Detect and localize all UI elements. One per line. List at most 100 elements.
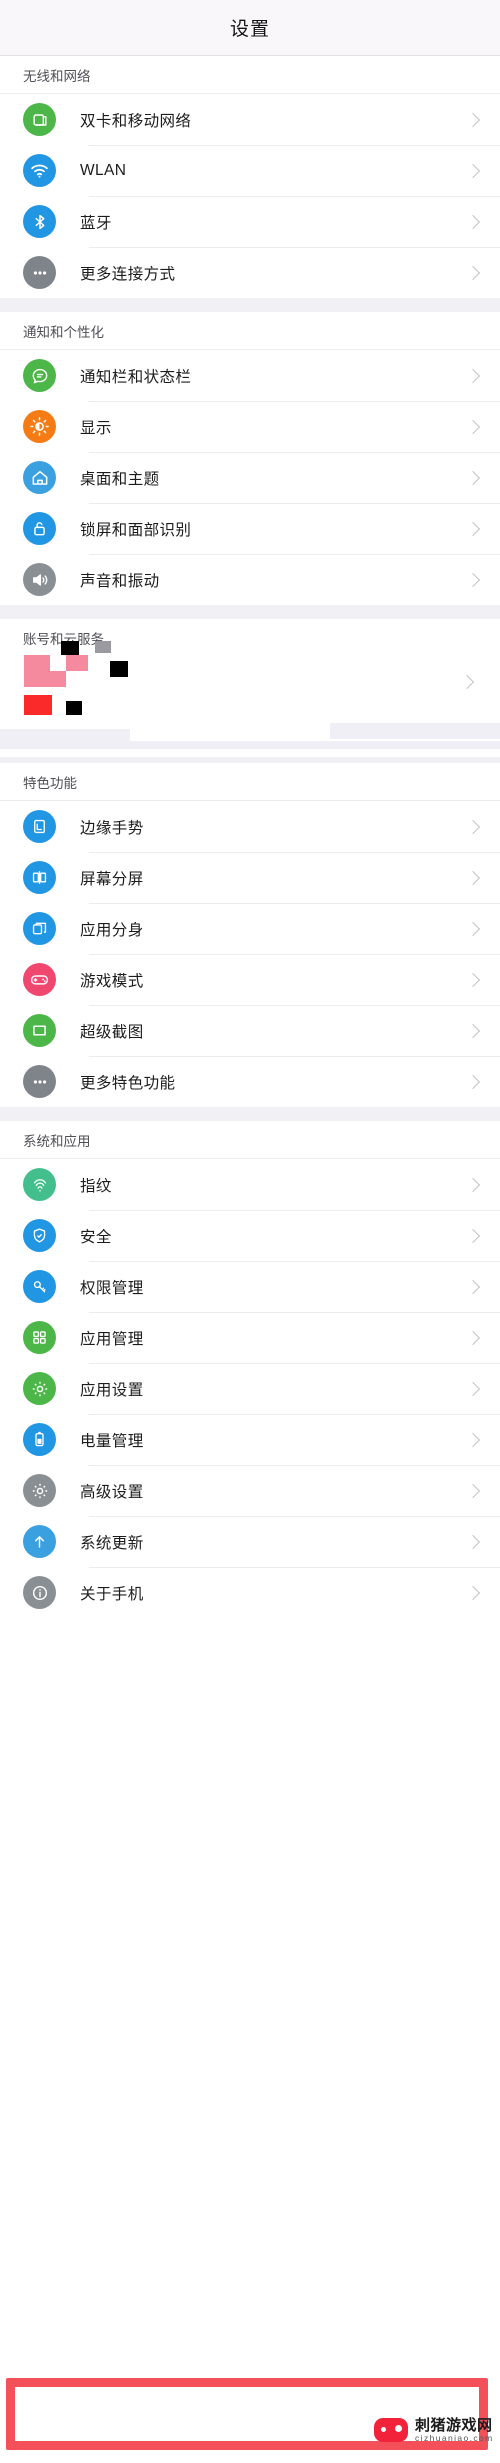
settings-row[interactable]: 边缘手势 [0,801,500,852]
settings-row-label: 电量管理 [80,1432,144,1450]
wifi-icon [23,154,56,187]
section-divider [0,605,500,619]
settings-row[interactable]: 显示 [0,401,500,452]
chevron-right-icon [465,1279,481,1294]
glitch-artifact [0,741,500,749]
chevron-right-icon [465,1023,481,1038]
settings-row-label: 高级设置 [80,1483,144,1501]
censored-block [66,655,88,671]
settings-row[interactable]: 权限管理 [0,1261,500,1312]
settings-row[interactable]: 更多连接方式 [0,247,500,298]
glitch-artifact [330,723,500,739]
section-body: 双卡和移动网络 WLAN 蓝牙更多连接方式 [0,94,500,298]
settings-section-notification: 通知和个性化通知栏和状态栏显示 桌面和主题锁屏和面部识别 声音和振动 [0,298,500,605]
settings-row-label: 应用管理 [80,1330,144,1348]
settings-row[interactable]: 安全 [0,1210,500,1261]
key-icon [23,1270,56,1303]
battery-icon [23,1423,56,1456]
settings-row[interactable]: 声音和振动 [0,554,500,605]
gear-icon [23,1372,56,1405]
section-header-notification: 通知和个性化 [0,312,500,350]
settings-row[interactable]: 蓝牙 [0,196,500,247]
chevron-right-icon [465,368,481,383]
chat-bubble-icon [23,359,56,392]
settings-row[interactable]: 电量管理 [0,1414,500,1465]
settings-row-label: 通知栏和状态栏 [80,368,192,386]
censored-block [66,701,82,715]
chevron-right-icon [465,972,481,987]
screenshot-icon [23,1014,56,1047]
settings-section-account: 账号和云服务 [0,619,500,757]
settings-row-label: 双卡和移动网络 [80,112,192,130]
settings-row[interactable]: 通知栏和状态栏 [0,350,500,401]
settings-row-label: 蓝牙 [80,214,112,232]
settings-section-wireless: 无线和网络双卡和移动网络 WLAN 蓝牙更多连接方式 [0,56,500,298]
settings-row[interactable]: 指纹 [0,1159,500,1210]
settings-row[interactable]: 游戏模式 [0,954,500,1005]
settings-row-label: 系统更新 [80,1534,144,1552]
settings-row-label: 应用设置 [80,1381,144,1399]
settings-row[interactable]: 高级设置 [0,1465,500,1516]
glitch-artifact [0,729,130,741]
home-icon [23,461,56,494]
more-dots-icon [23,256,56,289]
settings-row[interactable]: 应用管理 [0,1312,500,1363]
section-title: 系统和应用 [23,1133,91,1149]
censored-block [61,641,79,655]
censored-block [50,655,66,671]
section-header-system: 系统和应用 [0,1121,500,1159]
gear-icon [23,1474,56,1507]
section-body: 通知栏和状态栏显示 桌面和主题锁屏和面部识别 声音和振动 [0,350,500,605]
split-screen-icon [23,861,56,894]
update-arrow-icon [23,1525,56,1558]
settings-row-label: 安全 [80,1228,112,1246]
settings-row[interactable]: 双卡和移动网络 [0,94,500,145]
gamepad-icon [374,2418,408,2443]
chevron-right-icon [465,521,481,536]
settings-row[interactable]: 应用分身 [0,903,500,954]
settings-row[interactable]: 系统更新 [0,1516,500,1567]
settings-row-label: 权限管理 [80,1279,144,1297]
section-header-features: 特色功能 [0,763,500,801]
chevron-right-icon [465,572,481,587]
settings-row-label: 游戏模式 [80,972,144,990]
settings-row[interactable]: 关于手机 [0,1567,500,1618]
settings-row[interactable]: 屏幕分屏 [0,852,500,903]
chevron-right-icon [465,419,481,434]
chevron-right-icon [465,265,481,280]
lock-icon [23,512,56,545]
chevron-right-icon [465,214,481,229]
settings-row-label: 声音和振动 [80,572,160,590]
settings-row-label: 更多连接方式 [80,265,176,283]
settings-row-label: 超级截图 [80,1023,144,1041]
chevron-right-icon [465,163,481,178]
fingerprint-icon [23,1168,56,1201]
censored-block [110,661,128,677]
settings-row-label: 指纹 [80,1177,112,1195]
section-title: 特色功能 [23,775,77,791]
settings-row[interactable]: 桌面和主题 [0,452,500,503]
chevron-right-icon [465,112,481,127]
settings-screen: 设置 无线和网络 双卡和移动网络 WLAN 蓝牙 更多连接方式 通知和个性化 通知栏和状态栏… [0,0,500,2463]
settings-row[interactable]: 锁屏和面部识别 [0,503,500,554]
watermark-url: cizhuaniao.com [415,2432,494,2443]
settings-row-label: 应用分身 [80,921,144,939]
settings-row[interactable]: 超级截图 [0,1005,500,1056]
app-clone-icon [23,912,56,945]
chevron-right-icon [465,1483,481,1498]
page-title: 设置 [229,19,270,40]
chevron-right-icon [465,1381,481,1396]
section-title: 无线和网络 [23,68,91,84]
chevron-right-icon [465,1330,481,1345]
chevron-right-icon [465,1585,481,1600]
settings-row[interactable]: WLAN [0,145,500,196]
chevron-right-icon [465,921,481,936]
more-dots-icon [23,1065,56,1098]
edge-gesture-icon [23,810,56,843]
sim-card-icon [23,103,56,136]
settings-row[interactable]: 更多特色功能 [0,1056,500,1107]
shield-icon [23,1219,56,1252]
settings-section-features: 特色功能边缘手势 屏幕分屏应用分身游戏模式超级截图更多特色功能 [0,749,500,1107]
settings-row-label: 锁屏和面部识别 [80,521,192,539]
settings-row[interactable]: 应用设置 [0,1363,500,1414]
